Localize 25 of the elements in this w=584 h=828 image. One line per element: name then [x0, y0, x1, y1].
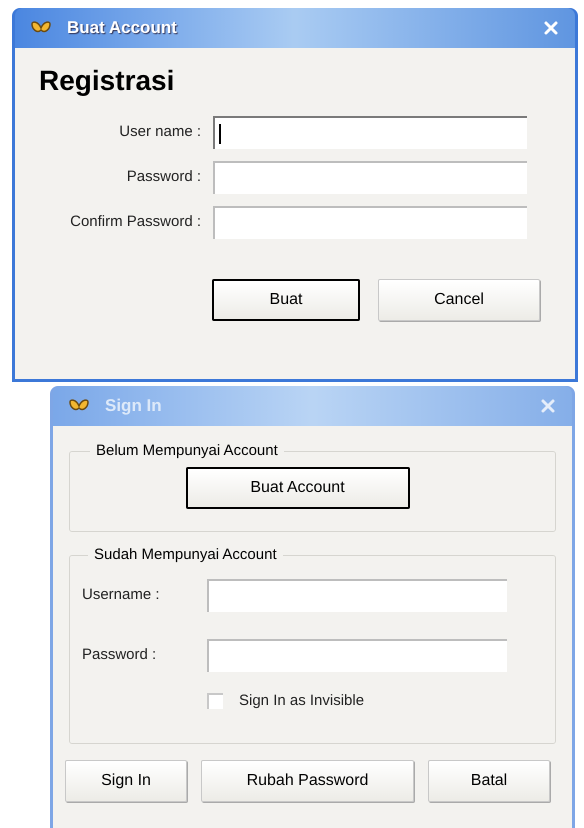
- checkbox[interactable]: [207, 692, 223, 709]
- window-title: Sign In: [105, 395, 163, 418]
- group-legend: Belum Mempunyai Account: [90, 440, 284, 462]
- text-field[interactable]: [213, 116, 527, 149]
- push-button[interactable]: Rubah Password: [201, 760, 414, 802]
- push-button[interactable]: Buat: [212, 279, 360, 321]
- text-field[interactable]: [207, 638, 507, 672]
- push-button[interactable]: Buat Account: [186, 466, 410, 508]
- text-field[interactable]: [213, 206, 527, 239]
- window-title: Buat Account: [67, 17, 178, 40]
- form-heading: Registrasi: [39, 64, 176, 98]
- field-label: Password :: [82, 644, 158, 665]
- field-label: Password :: [126, 167, 202, 188]
- text-field[interactable]: [207, 578, 507, 612]
- group-legend: Sudah Mempunyai Account: [88, 544, 283, 566]
- push-button[interactable]: Cancel: [378, 279, 540, 321]
- close-icon[interactable]: [540, 398, 556, 414]
- text-cursor: [219, 124, 221, 144]
- field-label: User name :: [118, 122, 202, 142]
- field-label: Confirm Password :: [69, 212, 202, 232]
- push-button[interactable]: Sign In: [65, 760, 187, 802]
- field-label: Username :: [82, 584, 161, 605]
- checkbox-label: Sign In as Invisible: [239, 690, 364, 710]
- push-button[interactable]: Batal: [428, 760, 550, 802]
- text-field[interactable]: [213, 161, 527, 194]
